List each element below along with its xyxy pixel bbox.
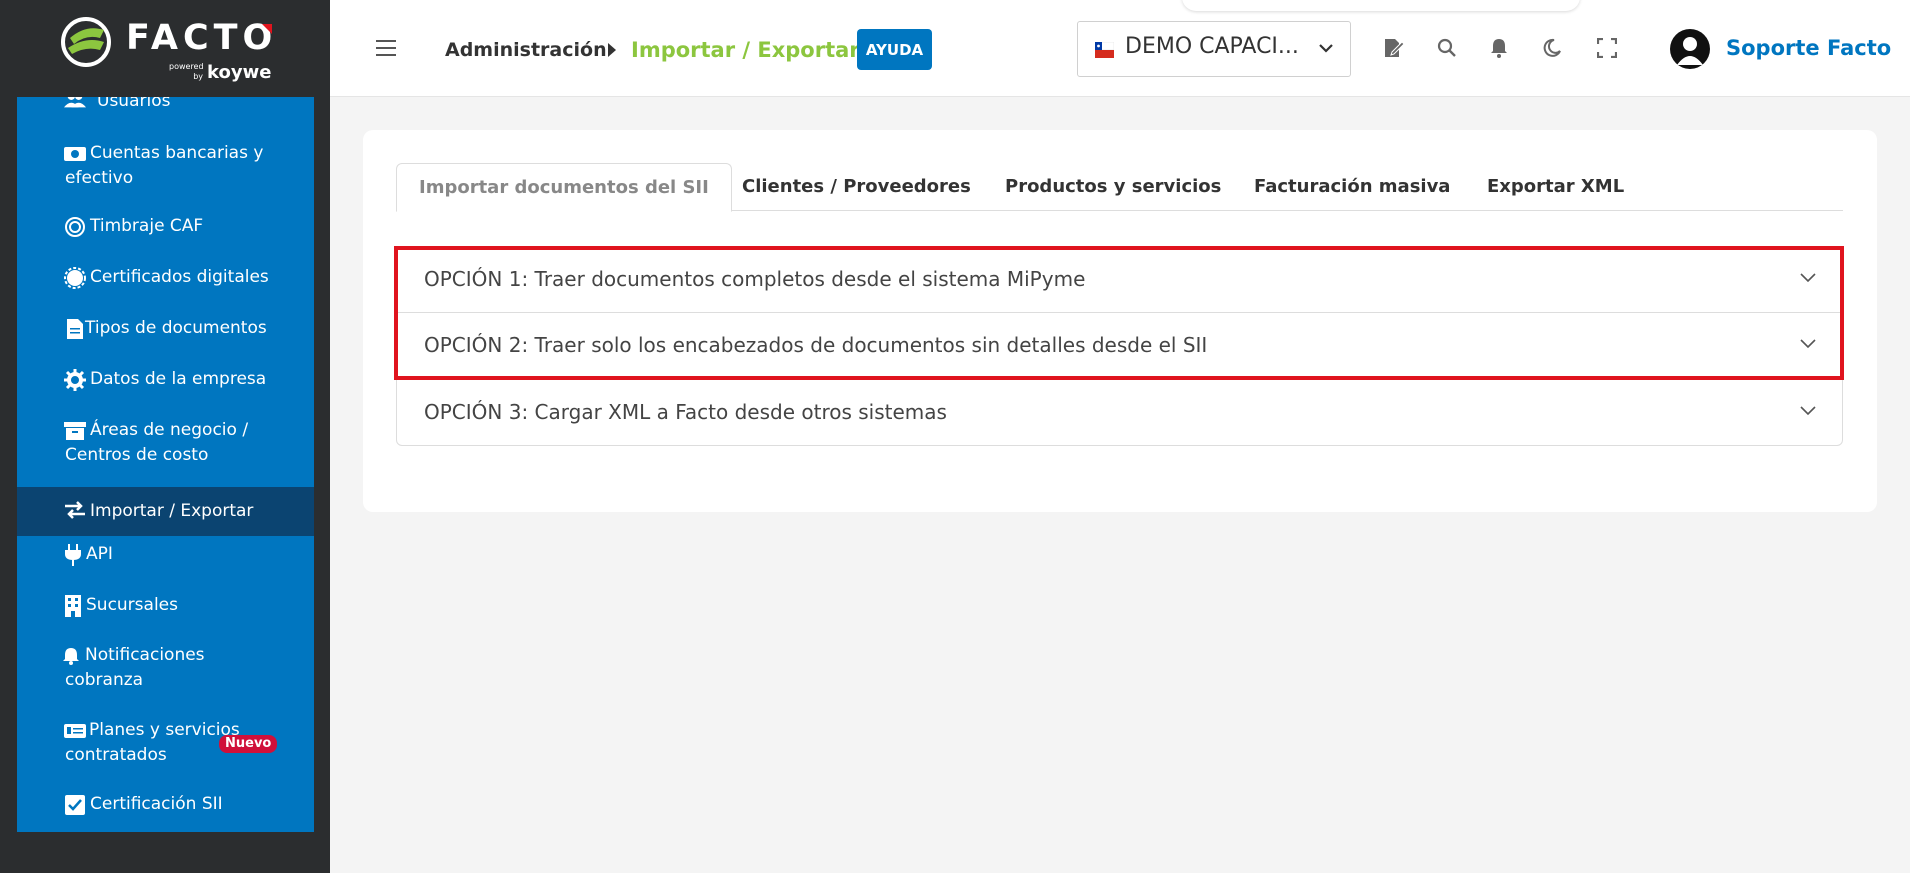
notifications-bell-icon[interactable] [1487,36,1511,60]
logo-text: FACTO [126,18,278,58]
sidebar-item-tipos-documentos[interactable]: Tipos de documentos [17,316,314,346]
plan-icon [64,720,86,742]
bell-icon [60,645,82,667]
sidebar-item-label: Áreas de negocio / Centros de costo [65,420,249,465]
user-name[interactable]: Soporte Facto [1726,36,1891,60]
sidebar-item-label: Usuarios [97,97,171,111]
accordion-option-2[interactable]: OPCIÓN 2: Traer solo los encabezados de … [397,313,1842,379]
sidebar-item-label: Importar / Exportar [90,501,254,521]
sidebar-item-sucursales[interactable]: Sucursales [17,593,314,623]
user-avatar[interactable] [1670,29,1710,69]
accordion-option-label: OPCIÓN 3: Cargar XML a Facto desde otros… [424,400,947,424]
accordion-option-1[interactable]: OPCIÓN 1: Traer documentos completos des… [397,247,1842,313]
tab-facturacion-masiva[interactable]: Facturación masiva [1254,163,1450,211]
sidebar-item-label: Certificación SII [90,794,223,814]
edit-document-icon[interactable] [1382,36,1406,60]
sidebar-item-label: Sucursales [86,595,178,615]
breadcrumb-current: Importar / Exportar [631,38,860,62]
sidebar-item-planes[interactable]: Planes y servicios contratados Nuevo [17,718,314,768]
facto-logo-mark-icon [61,17,111,67]
sidebar-item-label: API [86,544,113,564]
import-options-accordion: OPCIÓN 1: Traer documentos completos des… [396,246,1843,446]
top-header: Administración Importar / Exportar AYUDA… [330,0,1910,97]
users-icon [64,97,86,111]
gear-icon [64,369,86,391]
sidebar-item-timbraje[interactable]: Timbraje CAF [17,214,314,244]
chile-flag-icon [1095,42,1114,58]
search-icon[interactable] [1435,36,1459,60]
tab-importar-documentos[interactable]: Importar documentos del SII [396,163,732,212]
sidebar-item-importar-exportar[interactable]: Importar / Exportar [17,487,314,536]
tab-clientes-proveedores[interactable]: Clientes / Proveedores [742,163,971,211]
document-icon [64,318,86,340]
facto-logo[interactable]: FACTO powered by koywe [60,14,274,84]
help-button[interactable]: AYUDA [857,29,932,70]
tab-exportar-xml[interactable]: Exportar XML [1487,163,1624,211]
sidebar-item-label: Notificaciones cobranza [65,645,205,690]
archive-icon [64,420,86,442]
sidebar-item-certificacion-sii[interactable]: Certificación SII [17,792,314,822]
certificate-icon [64,267,86,289]
tab-productos-servicios[interactable]: Productos y servicios [1005,163,1221,211]
sidebar-item-usuarios[interactable]: Usuarios [17,97,314,137]
new-badge: Nuevo [219,735,278,753]
exchange-icon [64,499,86,521]
accordion-option-label: OPCIÓN 2: Traer solo los encabezados de … [424,333,1208,357]
chevron-down-icon [1319,44,1333,53]
accordion-option-3[interactable]: OPCIÓN 3: Cargar XML a Facto desde otros… [397,380,1842,446]
chevron-down-icon [1800,339,1816,349]
building-icon [62,595,84,617]
sidebar-menu: Usuarios Cuentas bancarias y efectivo Ti… [17,97,314,832]
check-square-icon [64,794,86,816]
logo-accent-icon [262,24,272,34]
logo-powered: powered by [169,62,204,81]
sidebar-item-label: Datos de la empresa [90,369,267,389]
hamburger-menu-icon[interactable] [376,40,396,58]
chevron-down-icon [1800,406,1816,416]
sidebar: FACTO powered by koywe Usuarios Cuentas … [0,0,330,873]
accordion-option-label: OPCIÓN 1: Traer documentos completos des… [424,267,1086,291]
logo-koywe: koywe [207,62,272,83]
company-selector[interactable]: DEMO CAPACI... [1077,21,1351,77]
breadcrumb-parent[interactable]: Administración [445,39,607,61]
sidebar-item-label: Timbraje CAF [90,216,204,236]
sidebar-item-label: Certificados digitales [90,267,269,287]
tabs: Importar documentos del SII Clientes / P… [396,163,1843,212]
plug-icon [62,544,84,566]
stamp-icon [64,216,86,238]
sidebar-item-label: Tipos de documentos [85,318,267,338]
sidebar-item-areas-negocio[interactable]: Áreas de negocio / Centros de costo [17,418,314,468]
sidebar-item-datos-empresa[interactable]: Datos de la empresa [17,367,314,397]
sidebar-item-certificados[interactable]: Certificados digitales [17,265,314,295]
import-export-card: Importar documentos del SII Clientes / P… [363,130,1877,512]
top-overlay-panel [1182,0,1580,11]
dark-mode-moon-icon[interactable] [1540,36,1564,60]
chevron-down-icon [1800,273,1816,283]
sidebar-item-notificaciones[interactable]: Notificaciones cobranza [17,643,314,693]
breadcrumb-separator-icon [608,43,616,57]
sidebar-item-cuentas[interactable]: Cuentas bancarias y efectivo [17,141,314,191]
sidebar-item-label: Cuentas bancarias y efectivo [65,143,264,188]
sidebar-item-api[interactable]: API [17,542,314,572]
money-icon [64,143,86,165]
company-name: DEMO CAPACI... [1125,34,1299,59]
fullscreen-icon[interactable] [1595,36,1619,60]
